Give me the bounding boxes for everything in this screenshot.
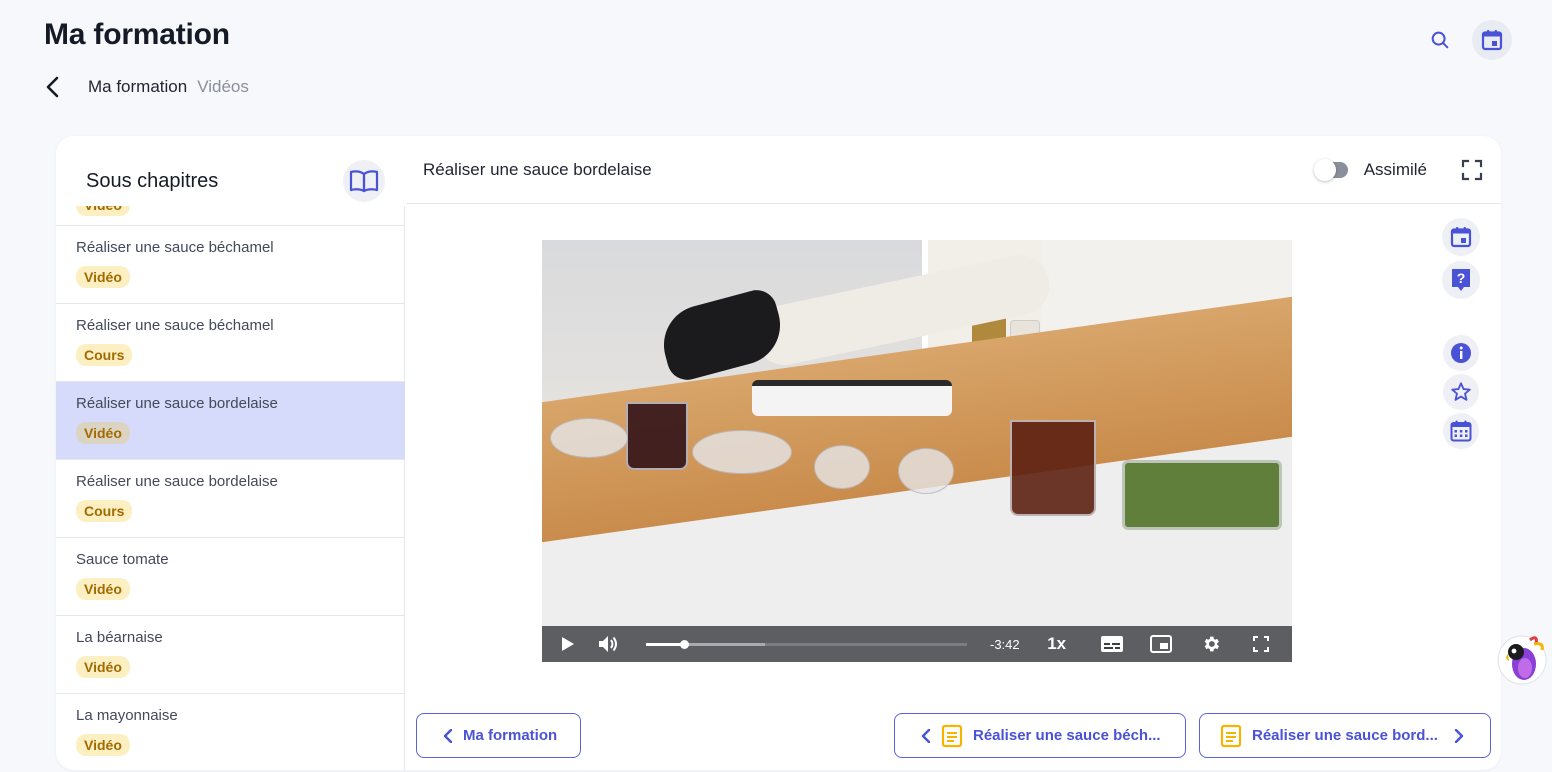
breadcrumb: Ma formation Vidéos (40, 74, 249, 100)
chapters-sidebar: Sous chapitres Vidéo Réaliser une sauce … (56, 136, 405, 770)
list-item-label: La mayonnaise (76, 707, 178, 724)
fullscreen-icon (1253, 636, 1270, 652)
favorite-button[interactable] (1443, 374, 1479, 410)
chevron-right-icon (1454, 728, 1464, 743)
type-badge: Vidéo (76, 578, 130, 600)
list-item[interactable]: La mayonnaise Vidéo (56, 694, 405, 770)
info-button[interactable] (1443, 335, 1479, 371)
lesson-content: Réaliser une sauce bordelaise Assimilé -… (406, 136, 1501, 770)
list-item-label: Réaliser une sauce béchamel (76, 239, 274, 256)
top-actions (1420, 20, 1512, 60)
back-to-formation-label: Ma formation (463, 727, 558, 744)
search-button[interactable] (1420, 20, 1460, 60)
calendar-icon (1450, 227, 1472, 248)
list-item-label: Réaliser une sauce béchamel (76, 317, 274, 334)
previous-lesson-button[interactable]: Réaliser une sauce béch... (894, 713, 1186, 758)
video-player[interactable]: -3:42 1x (542, 240, 1292, 662)
side-tools: ? (1442, 218, 1480, 452)
settings-button[interactable] (1186, 626, 1236, 662)
assimile-label: Assimilé (1363, 159, 1427, 179)
type-badge: Cours (76, 500, 133, 522)
svg-text:?: ? (1457, 270, 1466, 286)
assimile-toggle[interactable] (1313, 158, 1348, 181)
list-item-label: Sauce tomate (76, 551, 169, 568)
type-badge: Cours (76, 344, 133, 366)
breadcrumb-item-videos: Vidéos (197, 77, 249, 96)
fullscreen-button[interactable] (1236, 626, 1286, 662)
open-book-icon (349, 170, 379, 193)
captions-icon (1100, 636, 1123, 652)
played-bar (645, 642, 685, 646)
calendar-grid-icon (1450, 420, 1472, 442)
list-item[interactable]: Réaliser une sauce béchamel Vidéo (56, 226, 405, 304)
book-button[interactable] (343, 160, 385, 202)
chevron-left-icon (921, 728, 931, 743)
previous-lesson-label: Réaliser une sauce béch... (973, 727, 1161, 744)
chapters-list: Vidéo Réaliser une sauce béchamel Vidéo … (56, 186, 405, 770)
toggle-knob (1313, 158, 1336, 181)
play-icon (561, 637, 574, 651)
list-item-active[interactable]: Réaliser une sauce bordelaise Vidéo (56, 382, 405, 460)
chevron-left-icon (46, 76, 59, 98)
volume-icon (598, 636, 617, 652)
type-badge: Vidéo (76, 266, 130, 288)
breadcrumb-item-formation[interactable]: Ma formation (88, 77, 187, 97)
player-controls: -3:42 1x (542, 626, 1292, 662)
back-to-formation-button[interactable]: Ma formation (416, 713, 581, 758)
next-lesson-button[interactable]: Réaliser une sauce bord... (1199, 713, 1491, 758)
scrubber-handle[interactable] (680, 639, 690, 649)
assistant-mascot-button[interactable] (1494, 630, 1550, 686)
schedule-button[interactable] (1442, 218, 1480, 256)
star-icon (1451, 382, 1471, 401)
list-item[interactable]: Sauce tomate Vidéo (56, 538, 405, 616)
parrot-mascot-icon (1497, 635, 1547, 685)
list-item[interactable]: Réaliser une sauce béchamel Cours (56, 304, 405, 382)
next-lesson-label: Réaliser une sauce bord... (1252, 727, 1438, 744)
list-item-label: Réaliser une sauce bordelaise (76, 473, 278, 490)
sidebar-title: Sous chapitres (86, 169, 219, 192)
help-button[interactable]: ? (1442, 261, 1480, 299)
captions-button[interactable] (1087, 626, 1137, 662)
lesson-title: Réaliser une sauce bordelaise (423, 159, 652, 179)
playback-rate-button[interactable]: 1x (1027, 626, 1087, 662)
picture-in-picture-icon (1150, 635, 1173, 653)
expand-icon[interactable] (1461, 159, 1483, 181)
document-icon (1220, 724, 1242, 747)
playback-rate: 1x (1047, 634, 1067, 653)
page-title: Ma formation (44, 18, 230, 51)
pip-button[interactable] (1136, 626, 1186, 662)
type-badge: Vidéo (76, 422, 130, 444)
type-badge: Vidéo (76, 734, 130, 756)
list-item-label: La béarnaise (76, 629, 163, 646)
chevron-left-icon (443, 728, 453, 743)
list-item-label: Réaliser une sauce bordelaise (76, 395, 278, 412)
document-icon (941, 724, 963, 747)
sidebar-header: Sous chapitres (56, 136, 405, 206)
time-remaining: -3:42 (989, 636, 1020, 652)
list-item[interactable]: La béarnaise Vidéo (56, 616, 405, 694)
volume-button[interactable] (588, 626, 628, 662)
list-item[interactable]: Réaliser une sauce bordelaise Cours (56, 460, 405, 538)
type-badge: Vidéo (76, 656, 130, 678)
back-button[interactable] (40, 74, 66, 100)
content-header: Réaliser une sauce bordelaise Assimilé (406, 136, 1501, 204)
calendar-icon (1481, 30, 1503, 51)
course-card: Sous chapitres Vidéo Réaliser une sauce … (56, 136, 1501, 770)
gear-icon (1204, 636, 1220, 652)
play-button[interactable] (548, 626, 588, 662)
help-icon: ? (1452, 269, 1470, 291)
search-icon (1431, 31, 1449, 49)
planning-button[interactable] (1443, 413, 1479, 449)
calendar-button[interactable] (1472, 20, 1512, 60)
info-icon (1451, 343, 1471, 363)
progress-bar[interactable] (645, 639, 967, 649)
